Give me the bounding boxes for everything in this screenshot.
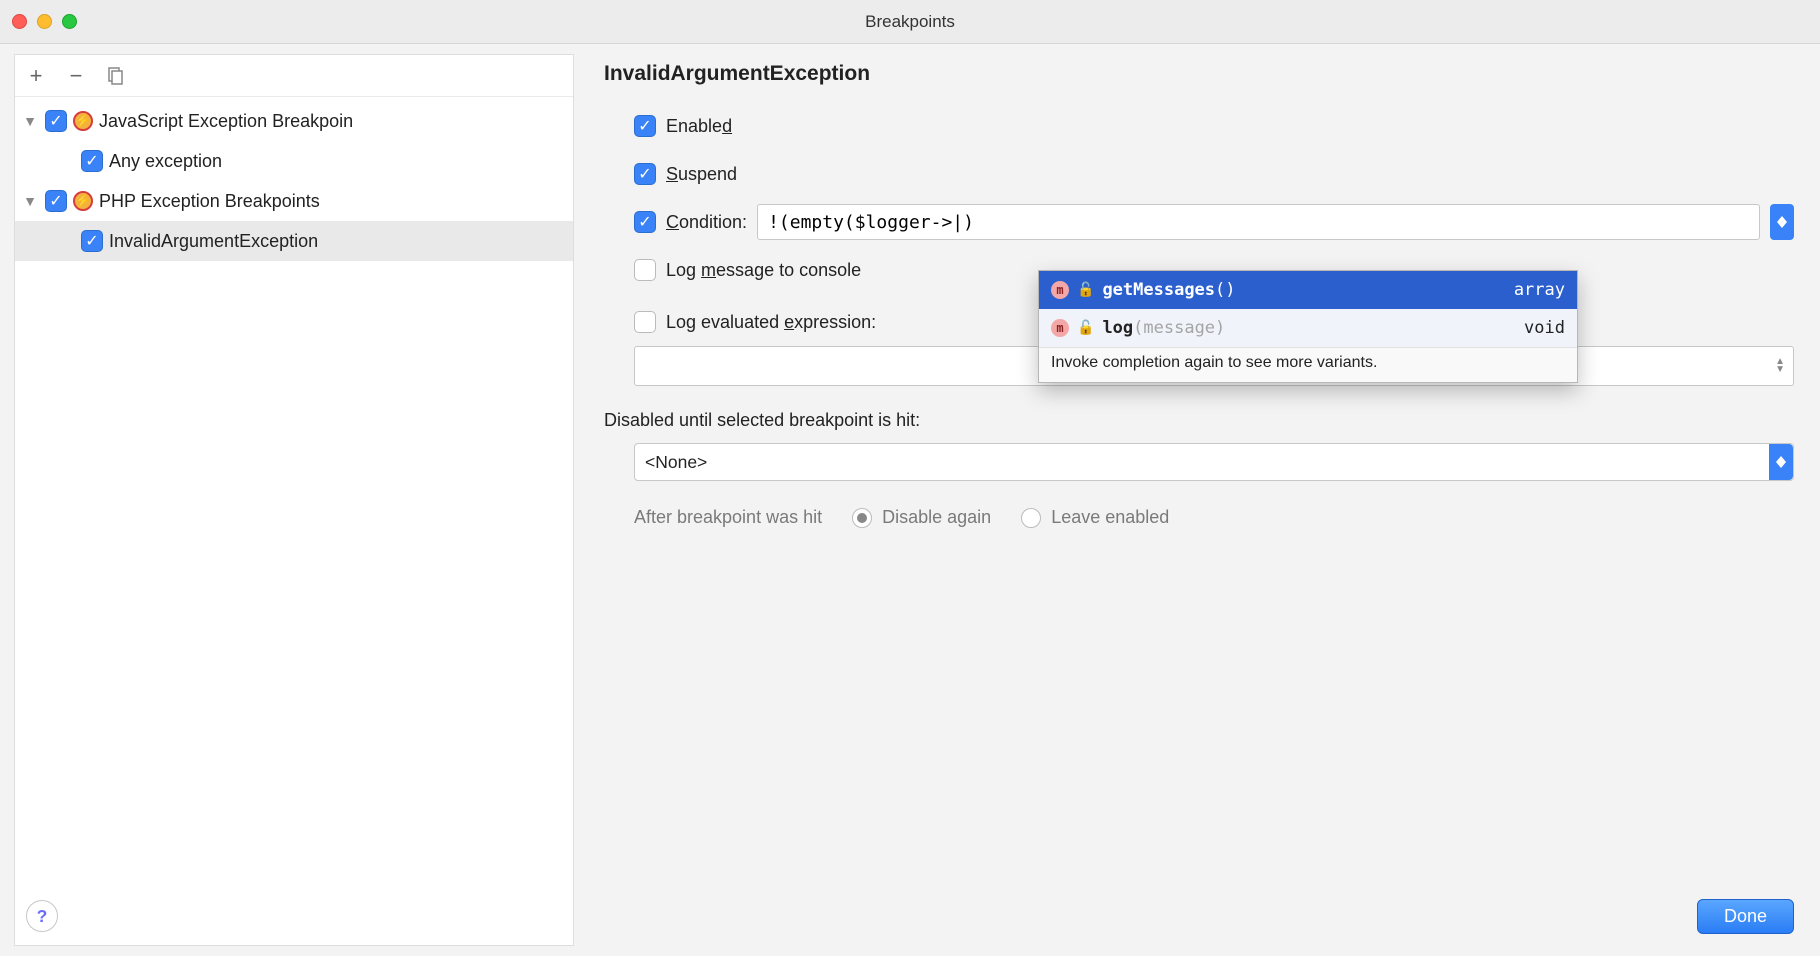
tree-toolbar: + − (15, 55, 573, 97)
window-title: Breakpoints (0, 12, 1820, 32)
radio-icon (1021, 508, 1041, 528)
disabled-until-label: Disabled until selected breakpoint is hi… (604, 410, 1794, 431)
select-value: <None> (645, 452, 707, 473)
condition-input[interactable] (757, 204, 1760, 240)
completion-type: array (1514, 280, 1565, 300)
log-expr-checkbox[interactable] (634, 311, 656, 333)
condition-expand-button[interactable] (1770, 204, 1794, 240)
remove-breakpoint-button[interactable]: − (65, 65, 87, 87)
completion-item-log[interactable]: m 🔓 log(message) void (1039, 309, 1577, 347)
disclosure-icon[interactable]: ▼ (21, 113, 39, 129)
help-button[interactable]: ? (26, 900, 58, 932)
enabled-row: ✓ Enabled (604, 102, 1794, 150)
code-completion-popup[interactable]: m 🔓 getMessages() array m 🔓 log(message)… (1038, 270, 1578, 383)
condition-checkbox[interactable]: ✓ (634, 211, 656, 233)
expr-history-stepper[interactable]: ▲ ▼ (1775, 358, 1785, 374)
method-icon: m (1051, 319, 1069, 337)
log-expr-label: Log evaluated expression: (666, 312, 876, 333)
checkbox[interactable]: ✓ (45, 110, 67, 132)
disclosure-icon[interactable]: ▼ (21, 193, 39, 209)
method-icon: m (1051, 281, 1069, 299)
chevron-down-icon: ▼ (1775, 366, 1785, 374)
done-button[interactable]: Done (1697, 899, 1794, 934)
tree-item-label: JavaScript Exception Breakpoin (99, 111, 353, 132)
tree-item-invalidargumentexception[interactable]: ✓ InvalidArgumentException (15, 221, 573, 261)
chevron-down-icon (1776, 462, 1786, 468)
titlebar: Breakpoints (0, 0, 1820, 44)
breakpoint-title: InvalidArgumentException (604, 62, 1794, 86)
enabled-checkbox[interactable]: ✓ (634, 115, 656, 137)
tree-group-js-exceptions[interactable]: ▼ ✓ ⚡ JavaScript Exception Breakpoin (15, 101, 573, 141)
checkbox[interactable]: ✓ (81, 230, 103, 252)
leave-enabled-option[interactable]: Leave enabled (1021, 507, 1169, 528)
checkbox[interactable]: ✓ (45, 190, 67, 212)
tree-item-label: PHP Exception Breakpoints (99, 191, 320, 212)
group-view-button[interactable] (105, 65, 127, 87)
exception-icon: ⚡ (73, 111, 93, 131)
exception-icon: ⚡ (73, 191, 93, 211)
chevron-down-icon (1777, 222, 1787, 228)
disabled-until-select[interactable]: <None> (634, 443, 1794, 481)
checkbox[interactable]: ✓ (81, 150, 103, 172)
breakpoint-tree[interactable]: ▼ ✓ ⚡ JavaScript Exception Breakpoin ✓ A… (15, 97, 573, 945)
select-expand-button[interactable] (1769, 444, 1793, 480)
completion-hint: Invoke completion again to see more vari… (1039, 347, 1577, 382)
condition-label: Condition: (666, 212, 747, 233)
tree-item-label: Any exception (109, 151, 222, 172)
suspend-checkbox[interactable]: ✓ (634, 163, 656, 185)
disable-again-option[interactable]: Disable again (852, 507, 991, 528)
tree-item-any-exception[interactable]: ✓ Any exception (15, 141, 573, 181)
log-console-label: Log message to console (666, 260, 861, 281)
visibility-icon: 🔓 (1077, 282, 1094, 298)
tree-group-php-exceptions[interactable]: ▼ ✓ ⚡ PHP Exception Breakpoints (15, 181, 573, 221)
add-breakpoint-button[interactable]: + (25, 65, 47, 87)
radio-icon (852, 508, 872, 528)
enabled-label: Enabled (666, 116, 732, 137)
dialog-footer: ? Done (0, 876, 1820, 956)
suspend-row: ✓ Suspend (604, 150, 1794, 198)
copy-icon (106, 66, 126, 86)
after-hit-row: After breakpoint was hit Disable again L… (604, 507, 1794, 528)
suspend-label: Suspend (666, 164, 737, 185)
completion-item-getmessages[interactable]: m 🔓 getMessages() array (1039, 271, 1577, 309)
after-hit-label: After breakpoint was hit (634, 507, 822, 528)
breakpoint-detail-pane: InvalidArgumentException ✓ Enabled ✓ Sus… (574, 44, 1820, 956)
log-console-checkbox[interactable] (634, 259, 656, 281)
completion-type: void (1524, 318, 1565, 338)
tree-item-label: InvalidArgumentException (109, 231, 318, 252)
condition-row: ✓ Condition: (604, 198, 1794, 246)
visibility-icon: 🔓 (1077, 320, 1094, 336)
breakpoint-tree-pane: + − ▼ ✓ ⚡ JavaScript Exception Breakpoin… (14, 54, 574, 946)
